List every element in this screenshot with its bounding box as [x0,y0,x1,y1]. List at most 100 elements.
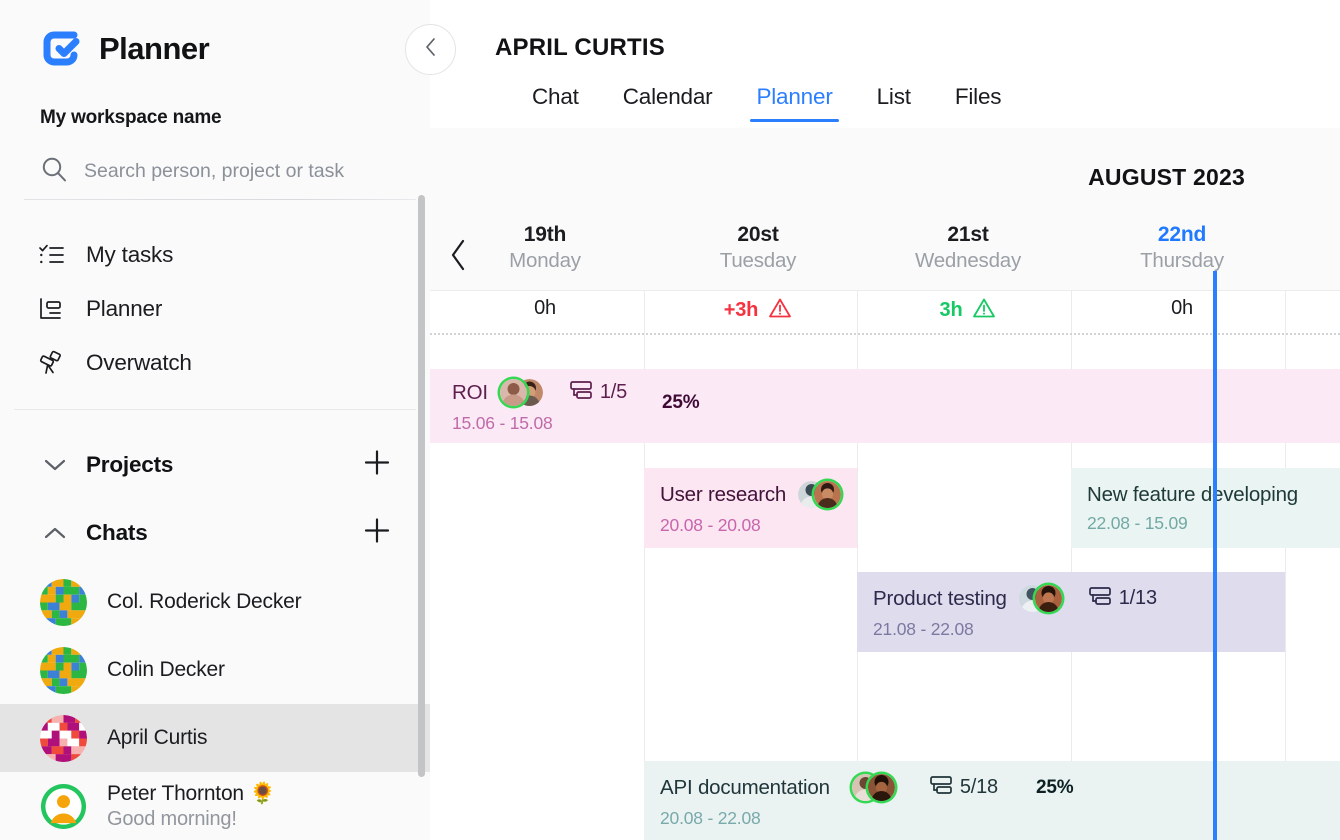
day-hours-20: +3h [658,297,858,324]
planner-board: AUGUST 2023 19th Monday 20st Tuesday 21s… [430,128,1340,840]
brand-name: Planner [99,31,209,67]
hours-value: 0h [1171,297,1193,320]
task-dates: 15.06 - 15.08 [452,413,1340,434]
warning-triangle-icon [768,297,792,324]
tab-planner[interactable]: Planner [734,84,854,122]
list-item[interactable]: Peter Thornton 🌻 Good morning! [0,772,430,840]
workspace-name: My workspace name [40,107,221,129]
hours-value: 3h [940,299,963,322]
chevron-left-icon [420,36,442,63]
sidebar-item-label: My tasks [86,242,173,268]
warning-triangle-icon [972,297,996,324]
subtask-value: 1/5 [600,381,627,404]
task-title: ROI [452,381,488,405]
sidebar-divider [14,409,416,410]
day-columns-header: 19th Monday 20st Tuesday 21st Wednesday … [430,223,1340,283]
chat-name: Colin Decker [107,658,225,682]
day-hours-22: 0h [1082,297,1282,320]
task-band-new-feature[interactable]: New feature developing 22.08 - 15.09 [1071,468,1340,548]
day-header-21[interactable]: 21st Wednesday [868,223,1068,273]
day-header-22[interactable]: 22nd Thursday [1082,223,1282,273]
back-button[interactable] [405,24,456,75]
task-band-user-research[interactable]: User research 20.08 - 20.08 [644,468,857,548]
task-assignees[interactable] [500,379,543,407]
sidebar-item-my-tasks[interactable]: My tasks [0,228,430,282]
hours-value: +3h [724,299,758,322]
task-assignees[interactable] [798,481,841,509]
day-number: 22nd [1082,223,1282,247]
app-brand: Planner [40,26,209,71]
sidebar-item-overwatch[interactable]: Overwatch [0,336,430,390]
add-chat-button[interactable] [362,516,392,551]
task-band-roi[interactable]: ROI 1/5 15.0 [430,369,1340,443]
task-band-api-documentation[interactable]: API documentation 5/18 [644,761,1340,840]
list-item[interactable]: Col. Roderick Decker [0,568,430,636]
day-number: 19th [445,223,645,247]
search-input[interactable] [84,160,384,183]
search-underline [24,199,416,200]
task-subtask-count: 1/5 [569,379,627,406]
hours-row: 0h +3h 3h 0h [430,291,1340,331]
avatar [40,579,87,626]
task-assignees[interactable] [1019,585,1062,613]
list-item-active[interactable]: April Curtis [0,704,430,772]
subtask-icon [1088,585,1112,612]
task-title: User research [660,483,786,507]
avatar [40,715,87,762]
planner-logo-icon [40,26,85,71]
day-hours-21: 3h [868,297,1068,324]
search-row[interactable] [40,155,392,188]
task-dates: 20.08 - 22.08 [660,808,1340,829]
chevron-down-icon[interactable] [40,456,74,474]
avatar [500,379,527,406]
tab-chat[interactable]: Chat [510,84,601,122]
tab-list[interactable]: List [855,84,933,122]
day-number: 20st [658,223,858,247]
search-icon [40,155,68,188]
chat-list: Col. Roderick Decker Colin Decker April … [0,568,430,840]
grid-dashed-line [430,333,1340,335]
subtask-value: 1/13 [1119,587,1157,610]
planner-grid: 0h +3h 3h 0h [430,290,1340,840]
task-title: API documentation [660,776,830,800]
task-percent: 25% [1036,777,1073,799]
task-assignees[interactable] [852,774,895,802]
chat-name: April Curtis [107,726,207,750]
subtask-icon [569,379,593,406]
hours-value: 0h [534,297,556,320]
day-number: 21st [868,223,1068,247]
task-dates: 20.08 - 20.08 [660,515,857,536]
day-name: Monday [445,249,645,273]
subtask-value: 5/18 [960,776,998,799]
list-item[interactable]: Colin Decker [0,636,430,704]
sidebar-group-chats[interactable]: Chats [0,510,430,556]
sidebar-scrollbar-thumb[interactable] [418,195,425,777]
tab-bar: Chat Calendar Planner List Files [510,84,1023,122]
task-title: Product testing [873,587,1007,611]
avatar [1035,585,1062,612]
day-header-19[interactable]: 19th Monday [445,223,645,273]
subtask-icon [929,774,953,801]
top-bar: APRIL CURTIS Chat Calendar Planner List … [430,0,1340,128]
planner-icon [36,294,66,324]
month-label: AUGUST 2023 [1088,164,1245,191]
day-name: Tuesday [658,249,858,273]
day-header-20[interactable]: 20st Tuesday [658,223,858,273]
chat-preview: Good morning! [107,808,275,831]
tab-files[interactable]: Files [933,84,1024,122]
task-subtask-count: 1/13 [1088,585,1157,612]
task-band-product-testing[interactable]: Product testing 1/13 [857,572,1285,652]
avatar [814,481,841,508]
chat-name: Peter Thornton 🌻 [107,782,275,806]
sidebar-group-projects[interactable]: Projects [0,442,430,488]
telescope-icon [36,348,66,378]
sidebar-scrollbar[interactable] [418,195,425,777]
sidebar: Planner My workspace name [0,0,430,840]
add-project-button[interactable] [362,448,392,483]
group-label: Chats [86,520,148,546]
day-name: Thursday [1082,249,1282,273]
chevron-up-icon[interactable] [40,524,74,542]
tab-calendar[interactable]: Calendar [601,84,735,122]
chat-name: Col. Roderick Decker [107,590,301,614]
sidebar-item-planner[interactable]: Planner [0,282,430,336]
